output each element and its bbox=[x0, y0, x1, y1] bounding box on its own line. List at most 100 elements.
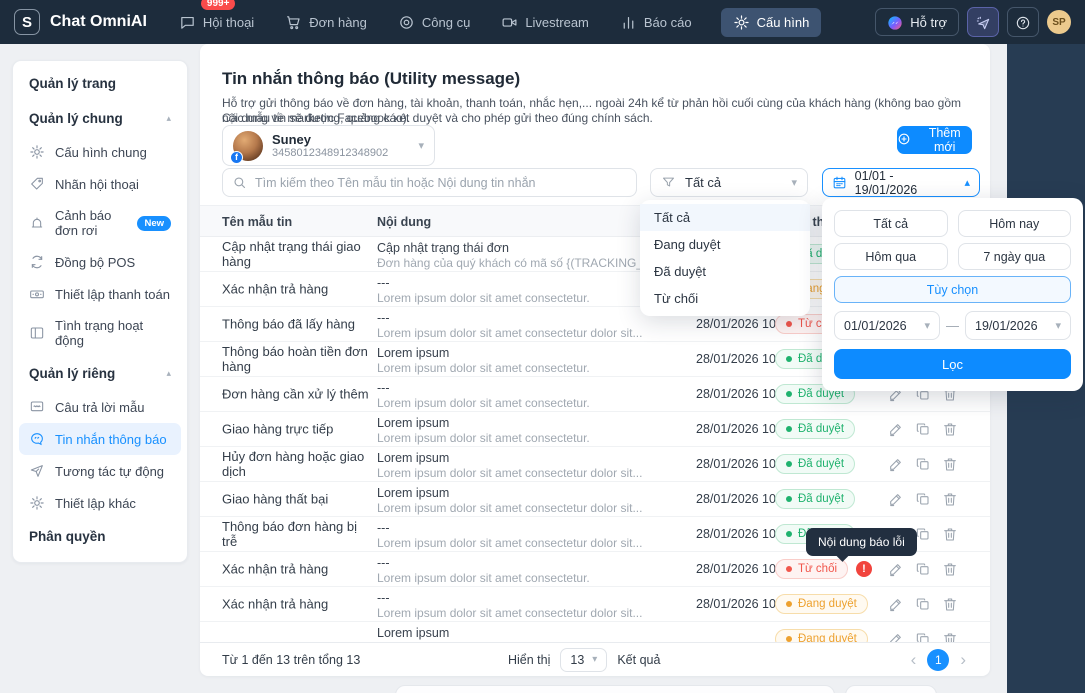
edit-button[interactable] bbox=[888, 421, 904, 437]
date-range-value: 01/01 - 19/01/2026 bbox=[854, 168, 918, 197]
copy-button[interactable] bbox=[915, 561, 931, 577]
sidebar-header-quản-lý-trang[interactable]: Quản lý trang bbox=[13, 66, 187, 101]
delete-button[interactable] bbox=[942, 631, 958, 642]
delete-button[interactable] bbox=[942, 491, 958, 507]
quick-range-hôm-qua[interactable]: Hôm qua bbox=[834, 243, 948, 270]
next-page-button[interactable]: › bbox=[960, 651, 966, 668]
user-avatar[interactable]: SP bbox=[1047, 10, 1071, 34]
alarm-icon bbox=[29, 215, 45, 231]
sidebar-item-câu-trả-lời-mẫu[interactable]: Câu trả lời mẫu bbox=[19, 391, 181, 423]
page-number[interactable]: 1 bbox=[927, 648, 950, 671]
per-page-select[interactable]: 13 ▾ bbox=[560, 647, 608, 672]
delete-button[interactable] bbox=[942, 596, 958, 612]
date-range-button[interactable]: 01/01 - 19/01/2026 ▴ bbox=[822, 168, 980, 197]
edit-button[interactable] bbox=[888, 631, 904, 642]
support-button[interactable]: Hỗ trợ bbox=[875, 8, 959, 36]
table-row[interactable]: Xác nhận trả hàng --- Lorem ipsum dolor si… bbox=[200, 587, 990, 622]
table-row[interactable]: Hủy đơn hàng hoặc giao dịch Lorem ipsum Lo… bbox=[200, 447, 990, 482]
edit-button[interactable] bbox=[888, 456, 904, 472]
question-icon bbox=[1015, 14, 1031, 30]
sync-icon bbox=[29, 254, 45, 270]
message-title: --- bbox=[377, 591, 390, 605]
delete-button[interactable] bbox=[942, 421, 958, 437]
add-new-button[interactable]: Thêm mới bbox=[897, 126, 972, 154]
sidebar-item-đồng-bộ-pos[interactable]: Đồng bộ POS bbox=[19, 246, 181, 278]
nav-item-đơn-hàng[interactable]: Đơn hàng bbox=[283, 8, 369, 37]
table-row[interactable]: Xác nhận trả hàng --- Lorem ipsum dolor si… bbox=[200, 552, 990, 587]
dropdown-option-từ-chối[interactable]: Từ chối bbox=[640, 285, 810, 312]
app-screen: S Chat OmniAI Hội thoại 999+ Đơn hàng Công … bbox=[0, 0, 1085, 693]
quick-send-button[interactable] bbox=[967, 7, 999, 37]
page-selector[interactable]: f Suney 3458012348912348902 ▾ bbox=[222, 125, 435, 166]
unread-count-badge: 999+ bbox=[200, 0, 236, 10]
apply-filter-button[interactable]: Lọc bbox=[834, 349, 1071, 379]
quick-range-7-ngày-qua[interactable]: 7 ngày qua bbox=[957, 243, 1071, 270]
copy-button[interactable] bbox=[915, 491, 931, 507]
chevron-up-icon: ▴ bbox=[964, 177, 970, 189]
interaction-icon bbox=[29, 463, 45, 479]
message-preview: Lorem ipsum dolor sit amet consectetur. bbox=[377, 361, 590, 375]
message-preview: Lorem ipsum dolor sit amet consectetur d… bbox=[377, 606, 643, 620]
sidebar-item-tương-tác-tự-động[interactable]: Tương tác tự động bbox=[19, 455, 181, 487]
prev-page-button[interactable]: ‹ bbox=[911, 651, 917, 668]
sidebar-header-phân-quyền[interactable]: Phân quyền bbox=[13, 519, 187, 554]
table-row[interactable]: Giao hàng thất bại Lorem ipsum Lorem ipsum… bbox=[200, 482, 990, 517]
delete-button[interactable] bbox=[942, 561, 958, 577]
col-content: Nội dung bbox=[377, 215, 432, 229]
to-date-select[interactable]: 19/01/2026 ▾ bbox=[965, 311, 1071, 340]
sidebar-item-tin-nhắn-thông-báo[interactable]: Tin nhắn thông báo bbox=[19, 423, 181, 455]
template-name: Hủy đơn hàng hoặc giao dịch bbox=[222, 449, 365, 479]
table-row[interactable]: Lorem ipsum Đang duyệt bbox=[200, 622, 990, 642]
quick-range-tất-cả[interactable]: Tất cả bbox=[834, 210, 948, 237]
sidebar-item-cảnh-báo-đơn-rơi[interactable]: Cảnh báo đơn rơi New bbox=[19, 200, 181, 246]
delete-button[interactable] bbox=[942, 456, 958, 472]
error-icon[interactable]: ! bbox=[856, 561, 873, 577]
edit-button[interactable] bbox=[888, 491, 904, 507]
page-id: 3458012348912348902 bbox=[272, 146, 389, 159]
custom-range-button[interactable]: Tùy chọn bbox=[834, 276, 1071, 303]
delete-button[interactable] bbox=[942, 526, 958, 542]
error-tooltip: Nội dung báo lỗi bbox=[806, 528, 917, 556]
table-row[interactable]: Giao hàng trực tiếp Lorem ipsum Lorem ipsu… bbox=[200, 412, 990, 447]
app-logo[interactable]: S bbox=[14, 9, 40, 35]
nav-item-công-cụ[interactable]: Công cụ bbox=[396, 8, 472, 37]
edit-button[interactable] bbox=[888, 561, 904, 577]
status-filter-select[interactable]: Tất cả ▾ bbox=[650, 168, 808, 197]
sidebar-item-nhãn-hội-thoại[interactable]: Nhãn hội thoại bbox=[19, 168, 181, 200]
message-preview: Lorem ipsum dolor sit amet consectetur d… bbox=[377, 466, 643, 480]
copy-button[interactable] bbox=[915, 631, 931, 642]
message-preview: Lorem ipsum dolor sit amet consectetur. bbox=[377, 396, 590, 410]
messenger-icon bbox=[887, 14, 903, 30]
sidebar-item-thiết-lập-khác[interactable]: Thiết lập khác bbox=[19, 487, 181, 519]
nav-item-cấu-hình[interactable]: Cấu hình bbox=[720, 7, 822, 37]
message-preview: Lorem ipsum dolor sit amet consectetur. bbox=[377, 291, 590, 305]
sidebar-item-cấu-hình-chung[interactable]: Cấu hình chung bbox=[19, 136, 181, 168]
message-title: --- bbox=[377, 311, 390, 325]
nav-item-báo-cáo[interactable]: Báo cáo bbox=[618, 8, 694, 37]
edit-button[interactable] bbox=[888, 596, 904, 612]
date-range-panel: Tất cả Hôm nay Hôm qua 7 ngày qua Tùy chọn … bbox=[822, 198, 1083, 391]
dropdown-option-đang-duyệt[interactable]: Đang duyệt bbox=[640, 231, 810, 258]
message-title: Lorem ipsum bbox=[377, 416, 450, 430]
support-label: Hỗ trợ bbox=[910, 14, 947, 30]
help-button[interactable] bbox=[1007, 7, 1039, 37]
sidebar-item-thiết-lập-thanh-toán[interactable]: Thiết lập thanh toán bbox=[19, 278, 181, 310]
search-icon bbox=[232, 175, 248, 191]
sidebar-header-quản-lý-riêng[interactable]: Quản lý riêng ▴ bbox=[13, 356, 187, 391]
copy-button[interactable] bbox=[915, 456, 931, 472]
from-date-select[interactable]: 01/01/2026 ▾ bbox=[834, 311, 940, 340]
quick-range-hôm-nay[interactable]: Hôm nay bbox=[957, 210, 1071, 237]
sidebar-header-quản-lý-chung[interactable]: Quản lý chung ▴ bbox=[13, 101, 187, 136]
nav-item-hội-thoại[interactable]: Hội thoại 999+ bbox=[177, 0, 256, 37]
reply-icon bbox=[29, 399, 45, 415]
copy-button[interactable] bbox=[915, 596, 931, 612]
copy-button[interactable] bbox=[915, 526, 931, 542]
top-navbar: S Chat OmniAI Hội thoại 999+ Đơn hàng Công … bbox=[0, 0, 1085, 44]
search-input[interactable] bbox=[255, 175, 627, 190]
sidebar-item-tình-trạng-hoạt-động[interactable]: Tình trạng hoạt động bbox=[19, 310, 181, 356]
dropdown-option-tất-cả[interactable]: Tất cả bbox=[640, 204, 810, 231]
video-icon bbox=[501, 14, 518, 31]
nav-item-livestream[interactable]: Livestream bbox=[499, 8, 591, 37]
dropdown-option-đã-duyệt[interactable]: Đã duyệt bbox=[640, 258, 810, 285]
copy-button[interactable] bbox=[915, 421, 931, 437]
